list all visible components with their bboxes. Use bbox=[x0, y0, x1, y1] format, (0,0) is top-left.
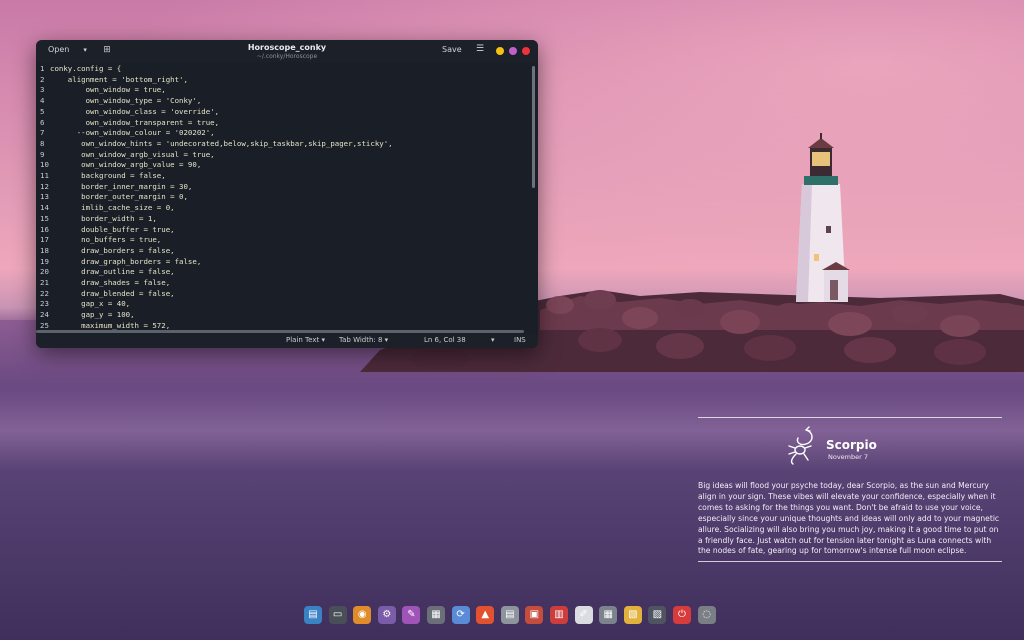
close-button[interactable] bbox=[522, 47, 530, 55]
software-icon[interactable]: ▨ bbox=[648, 606, 667, 624]
cursor-position[interactable]: Ln 6, Col 38 bbox=[424, 336, 466, 344]
code-text: no_buffers = true, bbox=[50, 235, 162, 245]
line-number: 4 bbox=[40, 96, 45, 106]
sync-icon[interactable]: ⟳ bbox=[451, 606, 470, 624]
code-text: own_window_class = 'override', bbox=[50, 106, 220, 116]
code-text: own_window_argb_visual = true, bbox=[50, 149, 215, 159]
position-dropdown-icon[interactable]: ▾ bbox=[491, 336, 495, 344]
code-text: gap_x = 40, bbox=[50, 299, 131, 309]
trash-icon[interactable]: ◌ bbox=[697, 606, 716, 624]
scorpio-icon bbox=[788, 426, 813, 465]
code-text: border_outer_margin = 0, bbox=[50, 192, 188, 202]
line-number: 2 bbox=[40, 74, 45, 84]
line-number: 24 bbox=[40, 310, 49, 320]
maximize-button[interactable] bbox=[509, 47, 517, 55]
terminal-icon[interactable]: ▭ bbox=[328, 606, 347, 624]
widget-bottom-divider bbox=[698, 561, 1002, 562]
code-editor[interactable]: 1 conky.config = { 2 alignment = 'bottom_r… bbox=[36, 62, 538, 334]
code-text: draw_shades = false, bbox=[50, 278, 171, 287]
window-title: Horoscope_conky bbox=[247, 43, 327, 52]
code-text: own_window_argb_value = 90, bbox=[50, 160, 202, 170]
code-text: draw_borders = false, bbox=[50, 245, 175, 255]
tweaks-icon[interactable]: ✎ bbox=[402, 606, 421, 624]
zodiac-sign-name: Scorpio bbox=[826, 438, 877, 452]
line-number: 8 bbox=[40, 138, 45, 148]
code-text: border_width = 1, bbox=[50, 213, 157, 223]
line-number: 13 bbox=[40, 192, 49, 202]
line-number: 5 bbox=[40, 106, 45, 116]
line-number: 12 bbox=[40, 181, 49, 191]
code-text: imlib_cache_size = 0, bbox=[50, 203, 175, 213]
office-icon[interactable]: ▥ bbox=[550, 606, 568, 624]
line-number: 7 bbox=[40, 128, 45, 138]
code-text: double_buffer = true, bbox=[50, 224, 175, 234]
draw-icon[interactable]: ✐ bbox=[574, 606, 593, 624]
code-text: alignment = 'bottom_right', bbox=[50, 74, 188, 84]
status-bar: Plain Text ▾ Tab Width: 8 ▾ Ln 6, Col 38… bbox=[36, 334, 538, 348]
image-viewer-icon[interactable]: ▣ bbox=[525, 606, 544, 624]
brave-icon[interactable]: ▲ bbox=[476, 606, 495, 624]
hamburger-menu-icon[interactable]: ☰ bbox=[476, 44, 484, 54]
code-text: conky.config = { bbox=[50, 64, 122, 73]
widget-top-divider bbox=[698, 417, 1002, 418]
code-text: draw_graph_borders = false, bbox=[50, 256, 202, 266]
archive-icon[interactable]: ▧ bbox=[623, 606, 642, 624]
line-number: 19 bbox=[40, 256, 49, 266]
dock: ▤ ▭ ◉ ⚙ ✎ ▦ ⟳ ▲ ▤ ▣ ▥ ✐ ▦ ▧ ▨ ⏻ ◌ bbox=[300, 600, 728, 632]
insert-mode[interactable]: INS bbox=[514, 336, 526, 344]
line-number: 1 bbox=[40, 64, 45, 73]
code-text: draw_outline = false, bbox=[50, 267, 175, 277]
code-text: own_window_type = 'Conky', bbox=[50, 96, 202, 106]
calendar-icon[interactable]: ▦ bbox=[599, 606, 618, 624]
text-editor-window[interactable]: Open ▾ ⊞ Horoscope_conky ~/.conky/Horosco… bbox=[36, 40, 538, 348]
tab-width-selector[interactable]: Tab Width: 8 ▾ bbox=[339, 336, 388, 344]
line-number: 3 bbox=[40, 85, 45, 95]
horizontal-scrollbar[interactable] bbox=[36, 330, 524, 333]
line-number: 22 bbox=[40, 288, 49, 298]
horoscope-text: Big ideas will flood your psyche today, … bbox=[698, 481, 1000, 556]
title-bar[interactable]: Open ▾ ⊞ Horoscope_conky ~/.conky/Horosco… bbox=[36, 40, 538, 62]
code-text: gap_y = 100, bbox=[50, 310, 135, 320]
vertical-scrollbar[interactable] bbox=[532, 66, 535, 188]
browser-icon[interactable]: ◉ bbox=[353, 606, 372, 624]
line-number: 15 bbox=[40, 213, 49, 223]
line-number: 20 bbox=[40, 267, 49, 277]
file-path: ~/.conky/Horoscope bbox=[256, 53, 318, 60]
text-editor-icon[interactable]: ▤ bbox=[500, 606, 519, 624]
line-number: 9 bbox=[40, 149, 45, 159]
line-number: 10 bbox=[40, 160, 49, 170]
minimize-button[interactable] bbox=[496, 47, 504, 55]
lighthouse bbox=[796, 133, 850, 302]
settings-icon[interactable]: ⚙ bbox=[377, 606, 396, 624]
code-text: border_inner_margin = 30, bbox=[50, 181, 193, 191]
power-icon[interactable]: ⏻ bbox=[673, 606, 691, 624]
line-number: 18 bbox=[40, 245, 49, 255]
files-icon[interactable]: ▤ bbox=[304, 606, 322, 624]
code-text: own_window = true, bbox=[50, 85, 166, 95]
code-text: own_window_hints = 'undecorated,below,sk… bbox=[50, 138, 393, 148]
line-number: 17 bbox=[40, 235, 49, 245]
save-button[interactable]: Save bbox=[442, 45, 462, 54]
code-text: --own_window_colour = '020202', bbox=[50, 128, 215, 138]
line-number: 14 bbox=[40, 203, 49, 213]
horoscope-date: November 7 bbox=[828, 453, 869, 461]
gallery-icon[interactable]: ▦ bbox=[427, 606, 445, 624]
code-text: background = false, bbox=[50, 171, 166, 180]
code-text: draw_blended = false, bbox=[50, 288, 175, 298]
code-text: own_window_transparent = true, bbox=[50, 117, 220, 127]
line-number: 16 bbox=[40, 224, 49, 234]
line-number: 6 bbox=[40, 117, 45, 127]
line-number: 23 bbox=[40, 299, 49, 309]
line-number: 11 bbox=[40, 171, 49, 180]
language-selector[interactable]: Plain Text ▾ bbox=[286, 336, 325, 344]
line-number: 21 bbox=[40, 278, 49, 287]
